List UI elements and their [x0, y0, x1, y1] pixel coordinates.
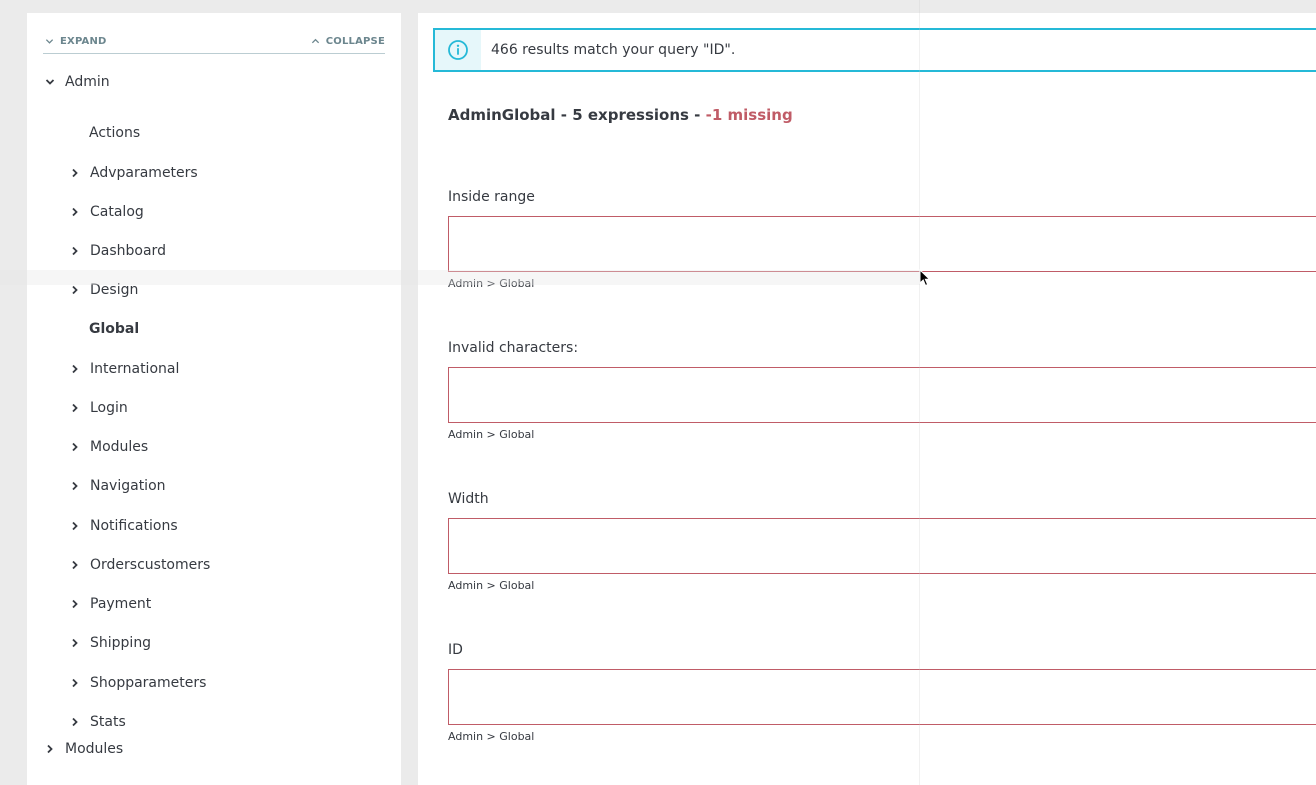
- tree-item-label: Global: [89, 321, 140, 337]
- domain-title-text: AdminGlobal - 5 expressions -: [448, 106, 706, 124]
- chevron-right-icon: [69, 167, 81, 179]
- tree-item-modules[interactable]: Modules: [69, 435, 148, 459]
- tree-item-catalog[interactable]: Catalog: [69, 200, 144, 224]
- tree-item-modules-root[interactable]: Modules: [44, 737, 123, 761]
- tree-item-label: Payment: [90, 596, 152, 612]
- tree-item-label: Shipping: [90, 635, 152, 651]
- tree-item-label: Orderscustomers: [90, 557, 211, 573]
- chevron-down-icon: [45, 38, 54, 44]
- tree-item-label: International: [90, 361, 180, 377]
- chevron-right-icon: [69, 441, 81, 453]
- chevron-right-icon: [69, 520, 81, 532]
- collapse-label: COLLAPSE: [325, 35, 385, 47]
- tree-item-label: Modules: [65, 741, 124, 757]
- tree-item-design[interactable]: Design: [69, 278, 138, 302]
- tree-item-label: Login: [90, 400, 128, 416]
- tree-item-label: Design: [90, 282, 139, 298]
- collapse-all-button[interactable]: COLLAPSE: [311, 33, 385, 49]
- translation-input[interactable]: [448, 518, 1316, 574]
- tree-item-navigation[interactable]: Navigation: [69, 474, 166, 498]
- translation-input[interactable]: [448, 216, 1316, 272]
- tree-item-login[interactable]: Login: [69, 396, 128, 420]
- translation-domain-hint: Admin > Global: [448, 428, 535, 441]
- search-results-alert: 466 results match your query "ID".: [433, 28, 1316, 72]
- tree-item-international[interactable]: International: [69, 357, 179, 381]
- tree-item-notifications[interactable]: Notifications: [69, 514, 178, 538]
- tree-item-stats[interactable]: Stats: [69, 710, 126, 734]
- translation-domain-hint: Admin > Global: [448, 730, 535, 743]
- translation-field-label: Inside range: [448, 189, 535, 205]
- tree-item-label: Notifications: [90, 518, 178, 534]
- translation-field-label: Width: [448, 491, 489, 507]
- tree-item-advparameters[interactable]: Advparameters: [69, 161, 198, 185]
- tree-item-label: Actions: [89, 125, 141, 141]
- translation-input[interactable]: [448, 367, 1316, 423]
- tree-item-label: Modules: [90, 439, 149, 455]
- translation-tree-sidebar: EXPAND COLLAPSE Admin Actions Advparamete…: [27, 13, 401, 785]
- alert-icon-box: [435, 30, 481, 70]
- tree-item-payment[interactable]: Payment: [69, 592, 151, 616]
- translation-field-label: ID: [448, 642, 463, 658]
- chevron-right-icon: [69, 284, 81, 296]
- chevron-right-icon: [44, 743, 56, 755]
- chevron-right-icon: [69, 598, 81, 610]
- chevron-right-icon: [69, 402, 81, 414]
- translations-panel: 466 results match your query "ID". Admin…: [418, 13, 1316, 785]
- tree-item-dashboard[interactable]: Dashboard: [69, 239, 166, 263]
- info-icon: [448, 40, 468, 60]
- chevron-right-icon: [69, 559, 81, 571]
- chevron-right-icon: [69, 245, 81, 257]
- chevron-right-icon: [69, 716, 81, 728]
- translation-field-label: Invalid characters:: [448, 340, 579, 356]
- translation-domain-hint: Admin > Global: [448, 579, 535, 592]
- chevron-down-icon: [44, 76, 56, 88]
- expand-label: EXPAND: [60, 35, 107, 47]
- tree-item-label: Catalog: [90, 204, 144, 220]
- tree-item-orderscustomers[interactable]: Orderscustomers: [69, 553, 210, 577]
- tree-item-global[interactable]: Global: [89, 317, 139, 341]
- chevron-right-icon: [69, 677, 81, 689]
- tree-item-admin[interactable]: Admin: [44, 70, 110, 94]
- expand-all-button[interactable]: EXPAND: [45, 33, 107, 49]
- translation-domain-hint: Admin > Global: [448, 277, 535, 290]
- chevron-right-icon: [69, 637, 81, 649]
- tree-item-actions[interactable]: Actions: [89, 121, 140, 145]
- tree-item-label: Shopparameters: [90, 675, 207, 691]
- alert-text: 466 results match your query "ID".: [491, 42, 736, 58]
- chevron-right-icon: [69, 363, 81, 375]
- chevron-right-icon: [69, 480, 81, 492]
- tree-item-label: Dashboard: [90, 243, 166, 259]
- tree-item-label: Navigation: [90, 478, 166, 494]
- domain-title: AdminGlobal - 5 expressions - -1 missing: [448, 106, 793, 124]
- tree-item-label: Advparameters: [90, 165, 198, 181]
- chevron-up-icon: [311, 38, 319, 43]
- translation-input[interactable]: [448, 669, 1316, 725]
- tree-item-shopparameters[interactable]: Shopparameters: [69, 671, 206, 695]
- chevron-right-icon: [69, 206, 81, 218]
- tree-item-label: Stats: [90, 714, 126, 730]
- tree-item-label: Admin: [65, 74, 110, 90]
- tree-item-shipping[interactable]: Shipping: [69, 631, 151, 655]
- tree-actions-bar: EXPAND COLLAPSE: [43, 33, 385, 54]
- missing-count: -1 missing: [705, 106, 793, 124]
